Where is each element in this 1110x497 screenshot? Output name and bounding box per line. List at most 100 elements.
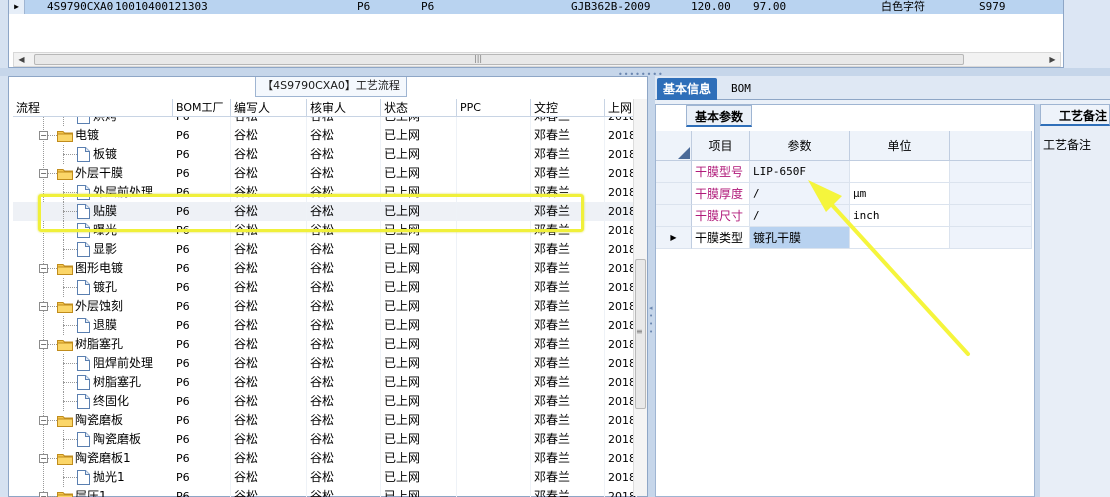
- collapse-toggle-icon[interactable]: −: [39, 264, 48, 273]
- tree-node[interactable]: − 外层干膜: [13, 164, 173, 183]
- collapse-toggle-icon[interactable]: −: [39, 492, 48, 497]
- collapse-toggle-icon[interactable]: −: [39, 416, 48, 425]
- tree-node[interactable]: 树脂塞孔: [13, 373, 173, 392]
- tree-row[interactable]: 终固化 P6 谷松 谷松 已上网 邓春兰 2018: [13, 392, 637, 411]
- cell-reviewer: 谷松: [307, 316, 381, 335]
- tab-process-remarks[interactable]: 工艺备注: [1040, 104, 1110, 126]
- param-value-cell[interactable]: 镀孔干膜: [750, 227, 850, 249]
- tree-row[interactable]: − 陶瓷磨板1 P6 谷松 谷松 已上网 邓春兰 2018: [13, 449, 637, 468]
- cell-reviewer: 谷松: [307, 468, 381, 487]
- tree-node[interactable]: − 陶瓷磨板1: [13, 449, 173, 468]
- collapse-toggle-icon[interactable]: −: [39, 340, 48, 349]
- tab-bom[interactable]: BOM: [725, 78, 757, 100]
- process-remarks-panel: 工艺备注 工艺备注: [1035, 104, 1110, 497]
- tree-node[interactable]: − 电镀: [13, 126, 173, 145]
- row-header[interactable]: [656, 205, 692, 227]
- collapse-toggle-icon[interactable]: −: [39, 131, 48, 140]
- tree-row[interactable]: − 外层蚀刻 P6 谷松 谷松 已上网 邓春兰 2018: [13, 297, 637, 316]
- params-row[interactable]: ▶ 干膜类型 镀孔干膜: [656, 227, 1032, 249]
- cell-doc-control: 邓春兰: [531, 468, 605, 487]
- cell-reviewer: 谷松: [307, 145, 381, 164]
- cell-reviewer: 谷松: [307, 354, 381, 373]
- tree-row[interactable]: 树脂塞孔 P6 谷松 谷松 已上网 邓春兰 2018: [13, 373, 637, 392]
- column-header-bom[interactable]: BOM工厂: [173, 99, 231, 117]
- row-indicator-icon[interactable]: ▶: [656, 227, 692, 249]
- tree-row[interactable]: − 外层干膜 P6 谷松 谷松 已上网 邓春兰 2018: [13, 164, 637, 183]
- cell-doc-control: 邓春兰: [531, 278, 605, 297]
- grip-icon: |||: [474, 54, 483, 63]
- tree-row[interactable]: 烘烤P6谷松谷松已上网邓春兰2018: [13, 117, 637, 126]
- tree-node[interactable]: 阻焊前处理: [13, 354, 173, 373]
- tree-row[interactable]: − 陶瓷磨板 P6 谷松 谷松 已上网 邓春兰 2018: [13, 411, 637, 430]
- cell-ppc: [457, 392, 531, 411]
- tree-node[interactable]: 曝光: [13, 221, 173, 240]
- tree-node[interactable]: − 陶瓷磨板: [13, 411, 173, 430]
- tree-node[interactable]: 外层前处理: [13, 183, 173, 202]
- tree-vertical-scrollbar[interactable]: ≡: [633, 99, 647, 496]
- param-value-cell[interactable]: LIP-650F: [750, 161, 850, 183]
- horizontal-splitter[interactable]: ••••••••: [0, 68, 1110, 79]
- cell-bom: P6: [173, 430, 231, 449]
- tree-node[interactable]: 镀孔: [13, 278, 173, 297]
- params-row[interactable]: 干膜型号 LIP-650F: [656, 161, 1032, 183]
- grid-header-unit[interactable]: 单位: [850, 131, 950, 161]
- tree-row[interactable]: 贴膜 P6 谷松 谷松 已上网 邓春兰 2018: [13, 202, 637, 221]
- tree-row[interactable]: − 图形电镀 P6 谷松 谷松 已上网 邓春兰 2018: [13, 259, 637, 278]
- tree-node[interactable]: 贴膜: [13, 202, 173, 221]
- tree-row[interactable]: 阻焊前处理 P6 谷松 谷松 已上网 邓春兰 2018: [13, 354, 637, 373]
- tree-node[interactable]: − 层压1: [13, 487, 173, 497]
- top-horizontal-scrollbar[interactable]: ◀ ||| ▶: [13, 52, 1061, 67]
- tree-row[interactable]: 板镀 P6 谷松 谷松 已上网 邓春兰 2018: [13, 145, 637, 164]
- tree-node[interactable]: − 外层蚀刻: [13, 297, 173, 316]
- param-value-cell[interactable]: /: [750, 183, 850, 205]
- tree-node[interactable]: − 树脂塞孔: [13, 335, 173, 354]
- params-row[interactable]: 干膜厚度 / μm: [656, 183, 1032, 205]
- tree-row[interactable]: 显影 P6 谷松 谷松 已上网 邓春兰 2018: [13, 240, 637, 259]
- column-header-status[interactable]: 状态: [381, 99, 457, 117]
- grid-header-param[interactable]: 参数: [750, 131, 850, 161]
- grid-header-item[interactable]: 项目: [692, 131, 750, 161]
- tab-basic-params[interactable]: 基本参数: [686, 105, 753, 127]
- params-row[interactable]: 干膜尺寸 / inch: [656, 205, 1032, 227]
- tree-row[interactable]: 外层前处理 P6 谷松 谷松 已上网 邓春兰 2018: [13, 183, 637, 202]
- tree-row[interactable]: 曝光 P6 谷松 谷松 已上网 邓春兰 2018: [13, 221, 637, 240]
- tree-node[interactable]: 显影: [13, 240, 173, 259]
- tree-node[interactable]: 抛光1: [13, 468, 173, 487]
- column-header-reviewer[interactable]: 核审人: [307, 99, 381, 117]
- column-header-flow[interactable]: 流程: [13, 99, 173, 117]
- collapse-toggle-icon[interactable]: −: [39, 169, 48, 178]
- tree-row[interactable]: 镀孔 P6 谷松 谷松 已上网 邓春兰 2018: [13, 278, 637, 297]
- column-header-writer[interactable]: 编写人: [231, 99, 307, 117]
- tree-node[interactable]: 退膜: [13, 316, 173, 335]
- tree-node[interactable]: 终固化: [13, 392, 173, 411]
- arrow-left-icon[interactable]: ◀: [14, 53, 29, 66]
- tree-row[interactable]: − 电镀 P6 谷松 谷松 已上网 邓春兰 2018: [13, 126, 637, 145]
- tree-row[interactable]: − 树脂塞孔 P6 谷松 谷松 已上网 邓春兰 2018: [13, 335, 637, 354]
- tree-node[interactable]: − 图形电镀: [13, 259, 173, 278]
- cell-status: 已上网: [381, 392, 457, 411]
- cell-writer: 谷松: [231, 297, 307, 316]
- column-header-doc-control[interactable]: 文控: [531, 99, 605, 117]
- tree-row[interactable]: 抛光1 P6 谷松 谷松 已上网 邓春兰 2018: [13, 468, 637, 487]
- param-value-cell[interactable]: /: [750, 205, 850, 227]
- cell-doc-control: 邓春兰: [531, 373, 605, 392]
- tree-row[interactable]: − 层压1 P6 谷松 谷松 已上网 邓春兰 2018: [13, 487, 637, 497]
- column-header-ppc[interactable]: PPC: [457, 99, 531, 117]
- tree-node[interactable]: 板镀: [13, 145, 173, 164]
- tree-row[interactable]: 陶瓷磨板 P6 谷松 谷松 已上网 邓春兰 2018: [13, 430, 637, 449]
- top-grid-selected-row[interactable]: ▶ 4S9790CXA0 10010400121303 P6 P6 GJB362…: [9, 0, 1063, 14]
- tree-node[interactable]: 陶瓷磨板: [13, 430, 173, 449]
- row-header[interactable]: [656, 161, 692, 183]
- top-cell-factory: P6: [357, 0, 371, 13]
- vertical-splitter[interactable]: ◂ • • •: [648, 76, 655, 497]
- tab-basic-info[interactable]: 基本信息: [657, 78, 718, 100]
- scrollbar-thumb[interactable]: [34, 54, 964, 65]
- tree-row[interactable]: 退膜 P6 谷松 谷松 已上网 邓春兰 2018: [13, 316, 637, 335]
- collapse-toggle-icon[interactable]: −: [39, 302, 48, 311]
- row-header[interactable]: [656, 183, 692, 205]
- cell-writer: 谷松: [231, 240, 307, 259]
- arrow-right-icon[interactable]: ▶: [1045, 53, 1060, 66]
- cell-ppc: [457, 468, 531, 487]
- tree-node[interactable]: 烘烤: [13, 117, 173, 126]
- collapse-toggle-icon[interactable]: −: [39, 454, 48, 463]
